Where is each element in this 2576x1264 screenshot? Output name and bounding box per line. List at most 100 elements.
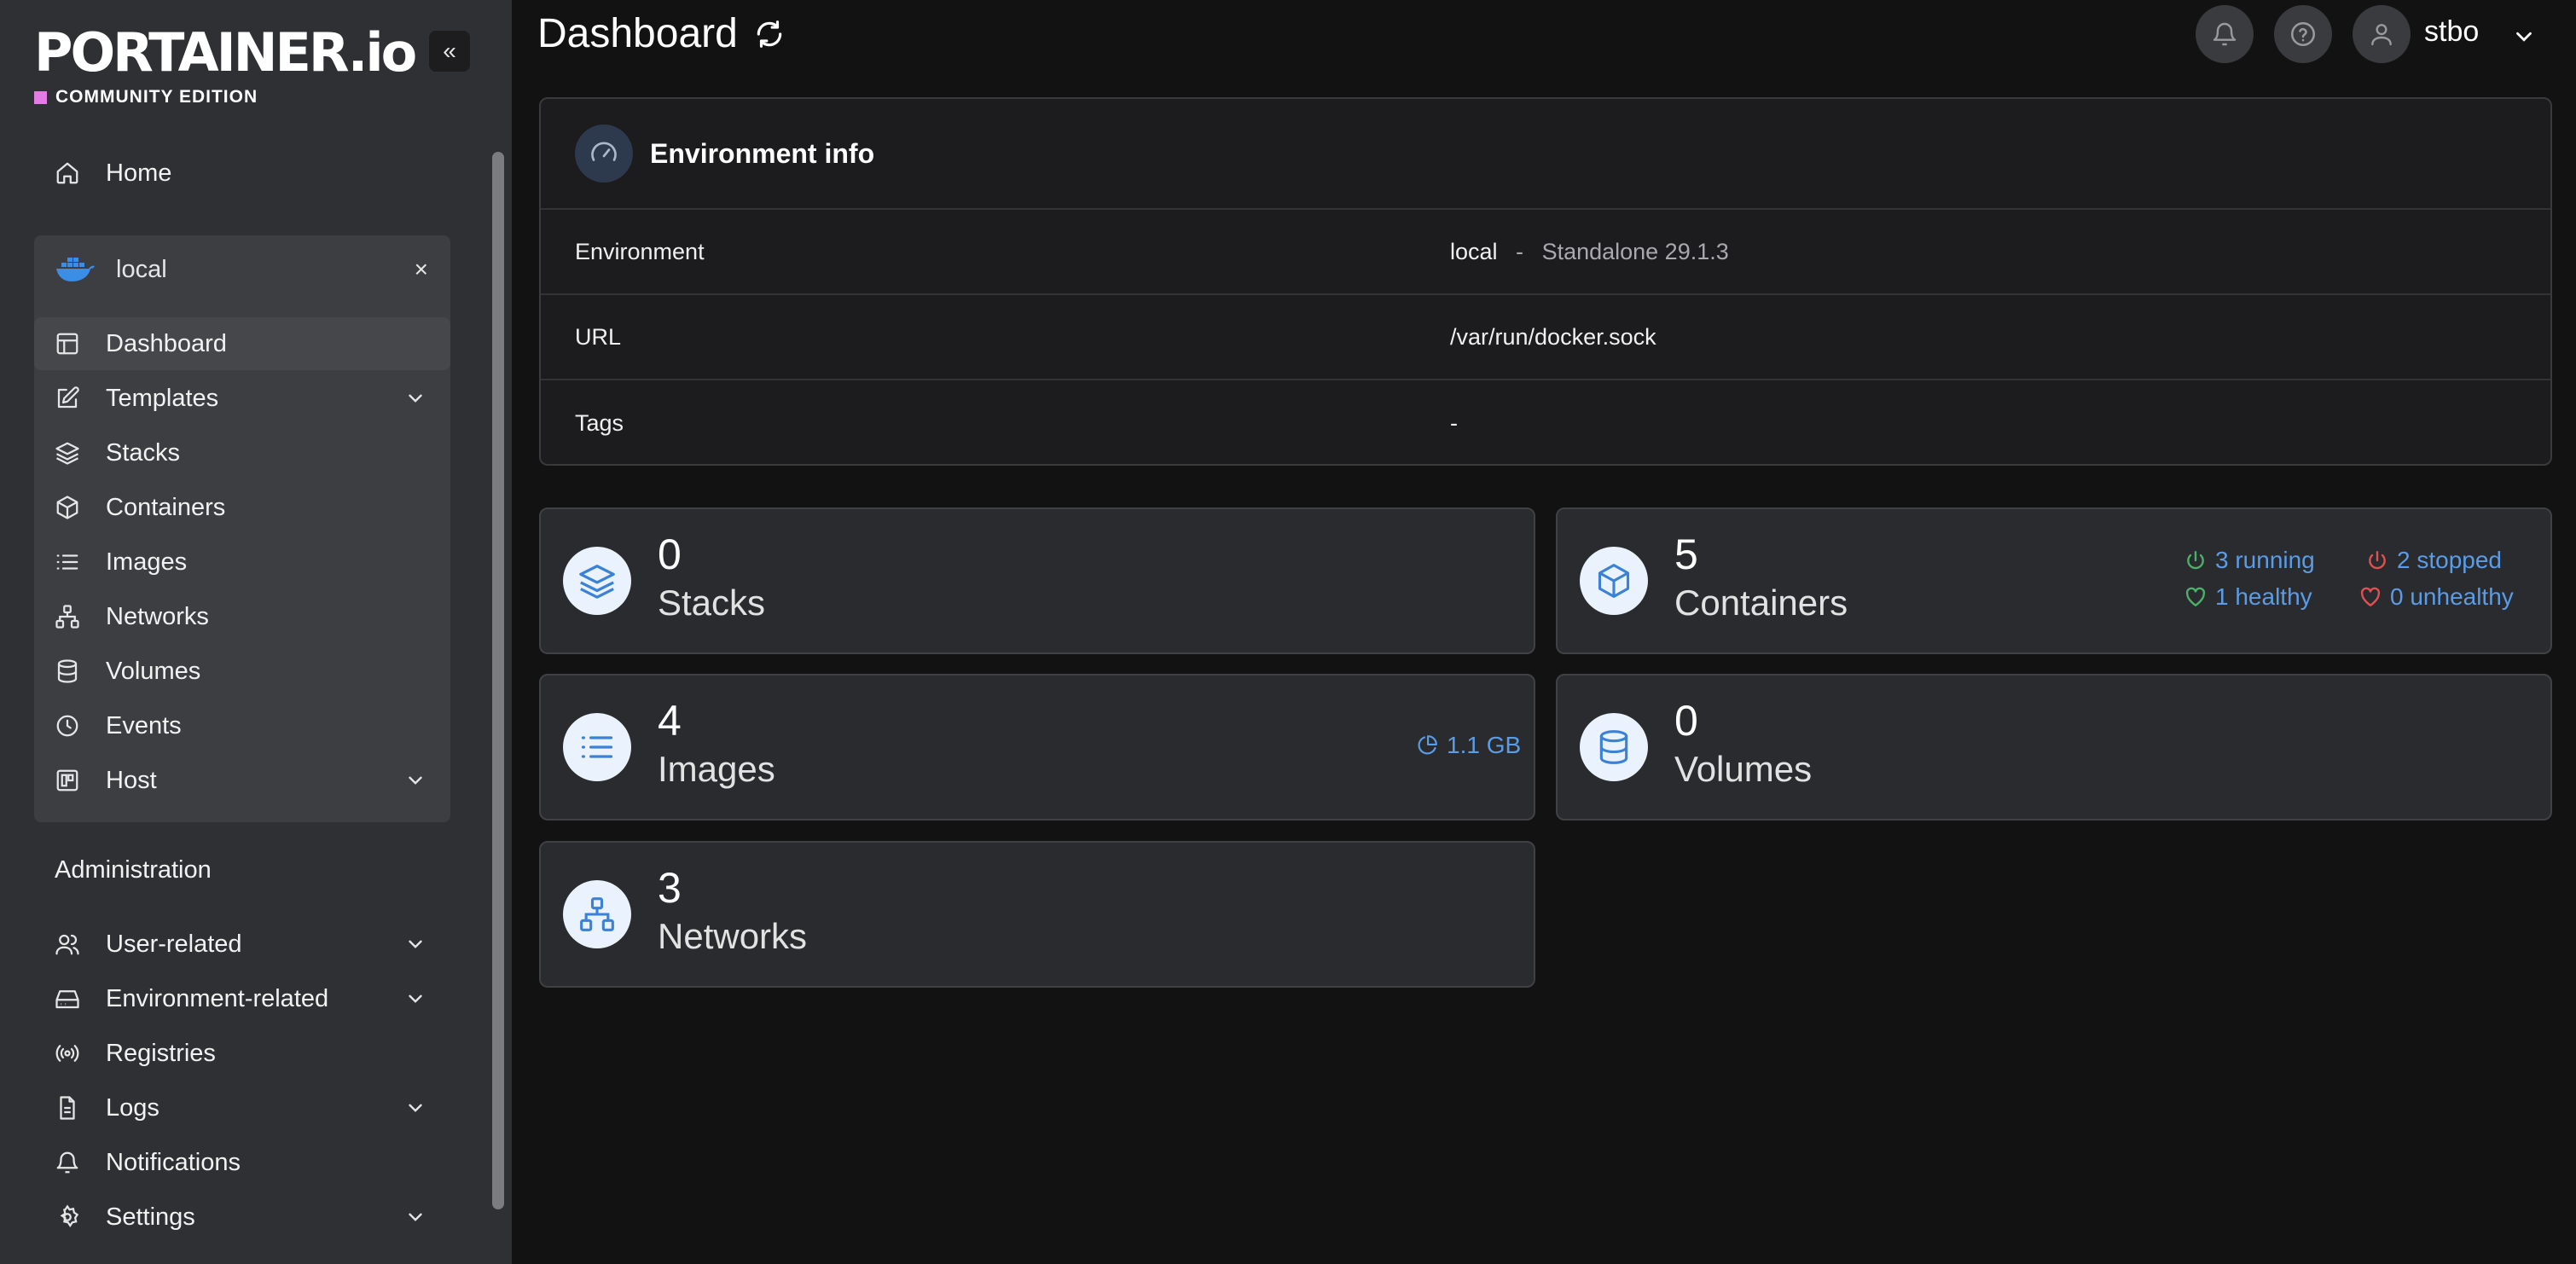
- chevron-down-icon: [409, 1213, 422, 1221]
- sidebar-item-settings[interactable]: Settings: [34, 1191, 450, 1244]
- list-icon: [56, 554, 78, 570]
- refresh-icon[interactable]: [753, 18, 786, 50]
- edit-icon: [57, 386, 79, 409]
- portainer-logo[interactable]: PORTAINER.io COMMUNITY EDITION: [34, 20, 417, 114]
- user-name[interactable]: stbo: [2424, 15, 2479, 49]
- sidebar-item-label: Stacks: [106, 438, 181, 467]
- env-row-environment: Environment local - Standalone 29.1.3: [541, 210, 2550, 295]
- unhealthy-badge[interactable]: 0 unhealthy: [2359, 583, 2514, 611]
- env-row-value: -: [1450, 409, 1458, 436]
- sidebar-item-label: Containers: [106, 493, 226, 521]
- bell-icon: [2213, 22, 2237, 46]
- environment-info-header: Environment info: [541, 99, 2550, 210]
- sidebar-item-images[interactable]: Images: [34, 536, 450, 589]
- sidebar-scrollbar[interactable]: [492, 152, 504, 1209]
- sidebar-item-dashboard[interactable]: Dashboard: [34, 317, 450, 370]
- running-badge[interactable]: 3 running: [2184, 547, 2315, 574]
- user-icon: [2371, 24, 2392, 46]
- sidebar-item-notifications[interactable]: Notifications: [34, 1136, 450, 1189]
- env-row-tags: Tags -: [541, 380, 2550, 466]
- sidebar-item-host[interactable]: Host: [34, 754, 450, 807]
- notifications-button[interactable]: [2196, 5, 2254, 63]
- env-row-key: Environment: [575, 238, 705, 264]
- database-icon: [57, 659, 78, 683]
- help-icon: [2290, 21, 2316, 47]
- sidebar-item-label: Events: [106, 711, 182, 739]
- images-size-badge: 1.1 GB: [1416, 732, 1521, 759]
- containers-card[interactable]: 5 Containers 3 running 2 stopped 1 healt…: [1556, 507, 2552, 654]
- environment-header[interactable]: local ×: [34, 235, 450, 304]
- sidebar-item-label: Images: [106, 548, 188, 576]
- environment-info-card: Environment info Environment local - Sta…: [539, 97, 2552, 466]
- list-icon: [563, 713, 631, 781]
- stopped-text: 2 stopped: [2397, 547, 2502, 573]
- sidebar-item-label: Dashboard: [106, 329, 227, 357]
- broadcast-icon: [55, 1045, 79, 1062]
- environment-type: Standalone 29.1.3: [1541, 238, 1729, 264]
- logo-text: PORTAINER.io: [34, 21, 417, 84]
- stopped-badge[interactable]: 2 stopped: [2366, 547, 2502, 574]
- chevron-down-icon: [409, 394, 422, 403]
- volumes-count: 0: [1674, 697, 1698, 745]
- users-icon: [55, 934, 79, 955]
- chevron-down-icon: [409, 776, 422, 785]
- collapse-icon: «: [443, 38, 456, 64]
- gauge-icon: [575, 125, 633, 183]
- env-row-value: local - Standalone 29.1.3: [1450, 239, 1729, 265]
- clock-icon: [56, 715, 78, 737]
- layers-icon: [563, 547, 631, 615]
- sidebar-item-networks[interactable]: Networks: [34, 590, 450, 643]
- sidebar-item-label: Templates: [106, 384, 219, 412]
- sidebar-item-label: Registries: [106, 1039, 216, 1067]
- environment-value: local: [1450, 238, 1498, 264]
- user-avatar[interactable]: [2353, 5, 2411, 63]
- app-root: PORTAINER.io COMMUNITY EDITION « Home lo…: [0, 0, 2576, 1264]
- sidebar-item-label: Volumes: [106, 657, 201, 685]
- sidebar-item-registries[interactable]: Registries: [34, 1027, 450, 1080]
- chevron-down-icon: [409, 994, 422, 1003]
- networks-count: 3: [658, 864, 682, 912]
- stacks-label: Stacks: [658, 583, 766, 623]
- sidebar: PORTAINER.io COMMUNITY EDITION « Home lo…: [0, 0, 512, 1264]
- networks-card[interactable]: 3 Networks: [539, 841, 1535, 988]
- unhealthy-text: 0 unhealthy: [2390, 583, 2514, 610]
- user-menu-chevron-icon[interactable]: [2511, 24, 2537, 49]
- sidebar-item-templates[interactable]: Templates: [34, 372, 450, 425]
- environment-name: local: [116, 255, 167, 283]
- sidebar-item-volumes[interactable]: Volumes: [34, 645, 450, 698]
- help-button[interactable]: [2274, 5, 2332, 63]
- running-text: 3 running: [2215, 547, 2315, 573]
- sidebar-item-user-related[interactable]: User-related: [34, 918, 450, 971]
- sidebar-item-logs[interactable]: Logs: [34, 1081, 450, 1134]
- network-icon: [563, 880, 631, 948]
- hard-drive-icon: [55, 990, 79, 1009]
- pie-chart-icon: [1418, 735, 1437, 755]
- administration-heading: Administration: [55, 856, 212, 884]
- sidebar-item-events[interactable]: Events: [34, 699, 450, 752]
- box-icon: [1580, 547, 1648, 615]
- sidebar-item-stacks[interactable]: Stacks: [34, 426, 450, 479]
- volumes-card[interactable]: 0 Volumes: [1556, 674, 2552, 820]
- bell-icon: [56, 1151, 78, 1174]
- heart-icon: [2185, 587, 2206, 606]
- sidebar-item-containers[interactable]: Containers: [34, 481, 450, 534]
- images-size-text: 1.1 GB: [1447, 732, 1522, 758]
- sidebar-item-environment-related[interactable]: Environment-related: [34, 972, 450, 1025]
- stacks-card[interactable]: 0 Stacks: [539, 507, 1535, 654]
- images-label: Images: [658, 749, 775, 789]
- sidebar-item-home[interactable]: Home: [34, 147, 450, 200]
- database-icon: [1580, 713, 1648, 781]
- stacks-count: 0: [658, 531, 682, 578]
- images-card[interactable]: 4 Images 1.1 GB: [539, 674, 1535, 820]
- chevron-down-icon: [409, 1104, 422, 1112]
- sidebar-item-label: Host: [106, 766, 157, 794]
- volumes-label: Volumes: [1674, 749, 1813, 789]
- healthy-text: 1 healthy: [2215, 583, 2312, 610]
- power-off-icon: [2369, 551, 2386, 570]
- healthy-badge[interactable]: 1 healthy: [2184, 583, 2312, 611]
- collapse-sidebar-button[interactable]: «: [429, 31, 470, 72]
- layers-icon: [55, 442, 79, 465]
- networks-label: Networks: [658, 916, 808, 956]
- close-environment-icon[interactable]: ×: [415, 256, 428, 283]
- edition-text: COMMUNITY EDITION: [55, 87, 258, 107]
